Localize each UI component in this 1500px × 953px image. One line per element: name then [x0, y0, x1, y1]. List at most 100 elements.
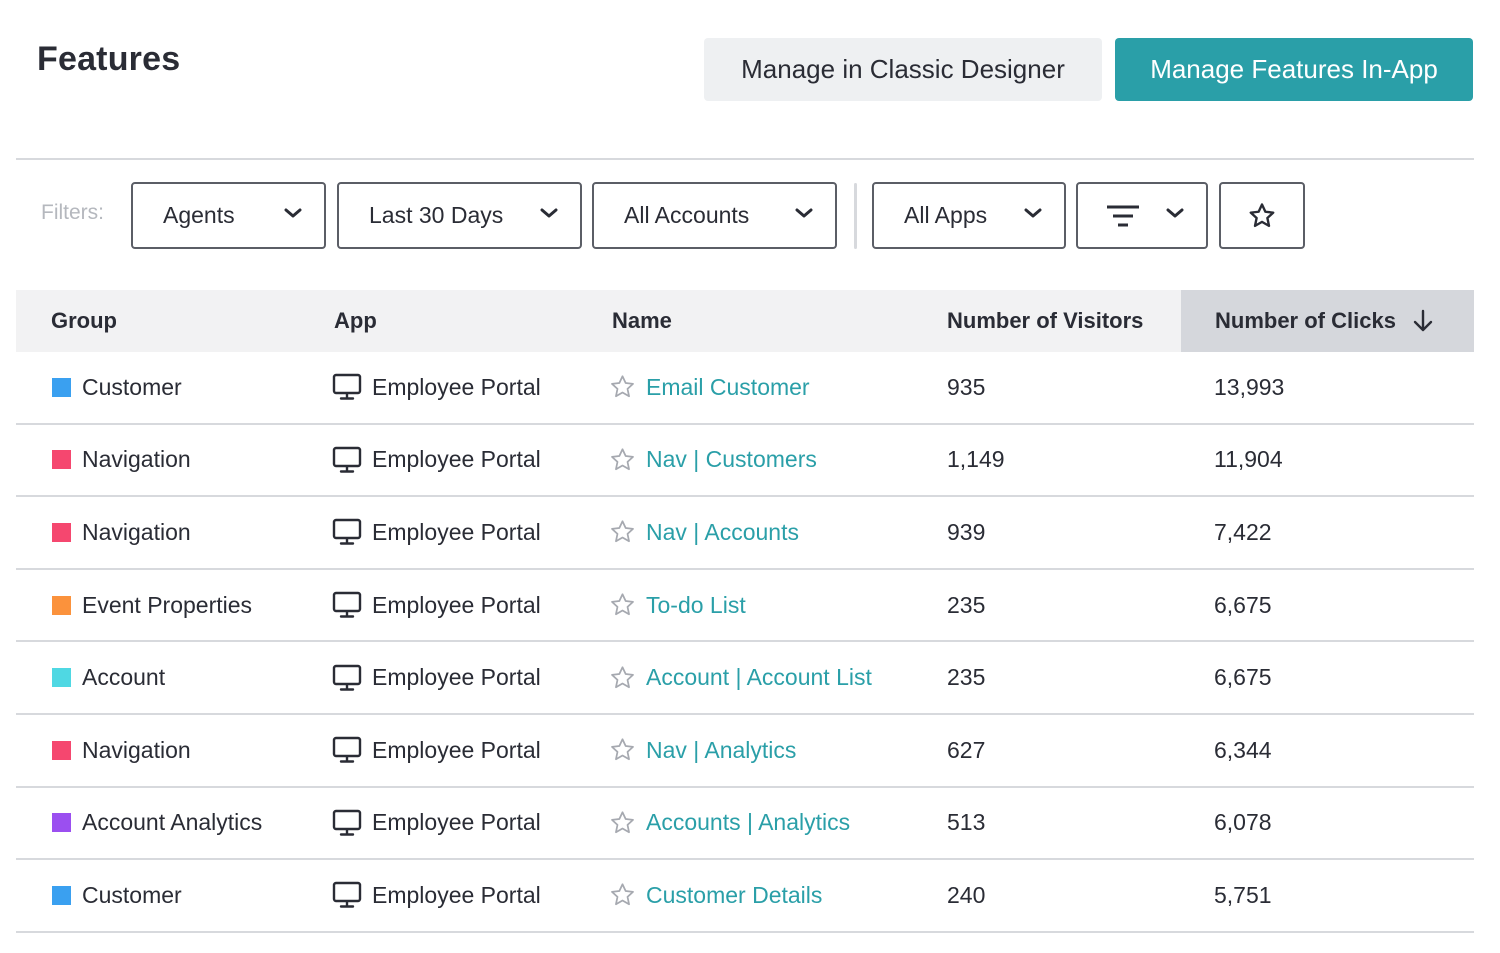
star-outline-icon[interactable]: [608, 518, 637, 546]
name-cell: Account | Account List: [608, 642, 872, 713]
advanced-filter-select[interactable]: [1076, 182, 1208, 249]
column-header-name[interactable]: Name: [612, 290, 672, 352]
chevron-down-icon: [1024, 208, 1042, 218]
feature-name-link[interactable]: Nav | Accounts: [646, 519, 799, 546]
desktop-monitor-icon: [332, 591, 362, 618]
app-label: Employee Portal: [372, 591, 541, 618]
app-label: Employee Portal: [372, 518, 541, 545]
app-cell: Employee Portal: [332, 497, 541, 568]
star-outline-icon[interactable]: [608, 373, 637, 401]
star-outline-icon[interactable]: [608, 664, 637, 692]
table-row[interactable]: Navigation Employee Portal Nav | Accounts 9…: [16, 497, 1474, 570]
features-page: Features Manage in Classic Designer Mana…: [0, 0, 1500, 953]
column-header-visitors[interactable]: Number of Visitors: [947, 290, 1143, 352]
segment-select[interactable]: Agents: [131, 182, 326, 249]
visitors-cell: 240: [947, 881, 986, 908]
desktop-monitor-icon: [332, 446, 362, 473]
chevron-down-icon: [284, 208, 302, 218]
group-color-swatch: [52, 668, 71, 688]
visitors-cell: 513: [947, 809, 986, 836]
group-color-swatch: [52, 595, 71, 615]
star-outline-icon[interactable]: [608, 446, 637, 474]
chevron-down-icon: [540, 208, 558, 218]
group-cell: Account: [52, 642, 165, 713]
app-cell: Employee Portal: [332, 570, 541, 641]
date-range-select[interactable]: Last 30 Days: [337, 182, 582, 249]
star-outline-icon[interactable]: [608, 809, 637, 837]
filters-label: Filters:: [41, 201, 104, 224]
desktop-monitor-icon: [332, 882, 362, 909]
app-label: Employee Portal: [372, 373, 541, 400]
table-row[interactable]: Navigation Employee Portal Nav | Analytics…: [16, 715, 1474, 788]
star-outline-icon[interactable]: [608, 736, 637, 764]
name-cell: Customer Details: [608, 860, 822, 931]
group-color-swatch: [52, 450, 71, 470]
feature-name-link[interactable]: Account | Account List: [646, 664, 872, 691]
desktop-monitor-icon: [332, 374, 362, 400]
column-header-clicks-label: Number of Clicks: [1215, 308, 1396, 333]
apps-select[interactable]: All Apps: [872, 182, 1066, 249]
star-outline-icon[interactable]: [608, 881, 637, 909]
chevron-down-icon: [795, 208, 813, 218]
name-cell: Nav | Accounts: [608, 497, 799, 568]
table-header: Group App Name Number of Visitors Number…: [16, 290, 1474, 352]
visitors-cell: 935: [947, 373, 986, 400]
favorites-filter-button[interactable]: [1219, 182, 1305, 249]
name-cell: Email Customer: [608, 352, 810, 423]
group-label: Account: [82, 664, 166, 691]
accounts-select[interactable]: All Accounts: [592, 182, 837, 249]
feature-name-link[interactable]: To-do List: [646, 592, 746, 619]
table-row[interactable]: Account Employee Portal Account | Account …: [16, 642, 1474, 715]
star-outline-icon[interactable]: [608, 591, 637, 619]
group-color-swatch: [52, 522, 71, 542]
filter-separator: [854, 183, 857, 249]
clicks-cell: 6,675: [1214, 591, 1272, 618]
table-row[interactable]: Customer Employee Portal Email Customer 935…: [16, 352, 1474, 425]
feature-name-link[interactable]: Customer Details: [646, 882, 822, 909]
visitors-cell: 627: [947, 736, 986, 763]
features-table: Group App Name Number of Visitors Number…: [16, 290, 1474, 933]
column-header-group[interactable]: Group: [51, 290, 117, 352]
feature-name-link[interactable]: Accounts | Analytics: [646, 809, 850, 836]
group-cell: Navigation: [52, 715, 191, 786]
date-range-select-value: Last 30 Days: [369, 202, 504, 228]
page-title: Features: [37, 40, 181, 78]
column-header-app[interactable]: App: [334, 290, 377, 352]
feature-name-link[interactable]: Nav | Customers: [646, 446, 817, 473]
column-header-clicks[interactable]: Number of Clicks: [1181, 290, 1474, 352]
manage-classic-designer-button[interactable]: Manage in Classic Designer: [704, 38, 1102, 101]
feature-name-link[interactable]: Email Customer: [646, 374, 810, 401]
table-row[interactable]: Event Properties Employee Portal To-do Lis…: [16, 570, 1474, 643]
app-label: Employee Portal: [372, 446, 541, 473]
app-cell: Employee Portal: [332, 352, 541, 423]
clicks-cell: 6,675: [1214, 664, 1272, 691]
clicks-cell: 7,422: [1214, 518, 1272, 545]
table-row[interactable]: Navigation Employee Portal Nav | Customers…: [16, 425, 1474, 498]
app-label: Employee Portal: [372, 809, 541, 836]
filter-lines-icon: [1107, 205, 1139, 227]
manage-features-in-app-button[interactable]: Manage Features In-App: [1115, 38, 1473, 101]
desktop-monitor-icon: [332, 809, 362, 836]
group-label: Event Properties: [82, 591, 253, 618]
group-label: Account Analytics: [82, 809, 263, 836]
desktop-monitor-icon: [332, 737, 362, 763]
table-row[interactable]: Customer Employee Portal Customer Details 2…: [16, 860, 1474, 933]
app-cell: Employee Portal: [332, 715, 541, 786]
app-cell: Employee Portal: [332, 860, 541, 931]
app-cell: Employee Portal: [332, 642, 541, 713]
visitors-cell: 235: [947, 591, 986, 618]
clicks-cell: 6,344: [1214, 736, 1272, 763]
visitors-cell: 1,149: [947, 446, 1005, 473]
group-label: Navigation: [82, 736, 191, 763]
app-label: Employee Portal: [372, 736, 541, 763]
group-color-swatch: [52, 813, 71, 833]
group-cell: Account Analytics: [52, 788, 262, 859]
table-row[interactable]: Account Analytics Employee Portal Accounts…: [16, 788, 1474, 861]
star-outline-icon: [1249, 202, 1275, 227]
group-cell: Customer: [52, 860, 182, 931]
feature-name-link[interactable]: Nav | Analytics: [646, 737, 796, 764]
group-cell: Navigation: [52, 425, 191, 496]
group-cell: Navigation: [52, 497, 191, 568]
app-label: Employee Portal: [372, 664, 541, 691]
name-cell: To-do List: [608, 570, 746, 641]
